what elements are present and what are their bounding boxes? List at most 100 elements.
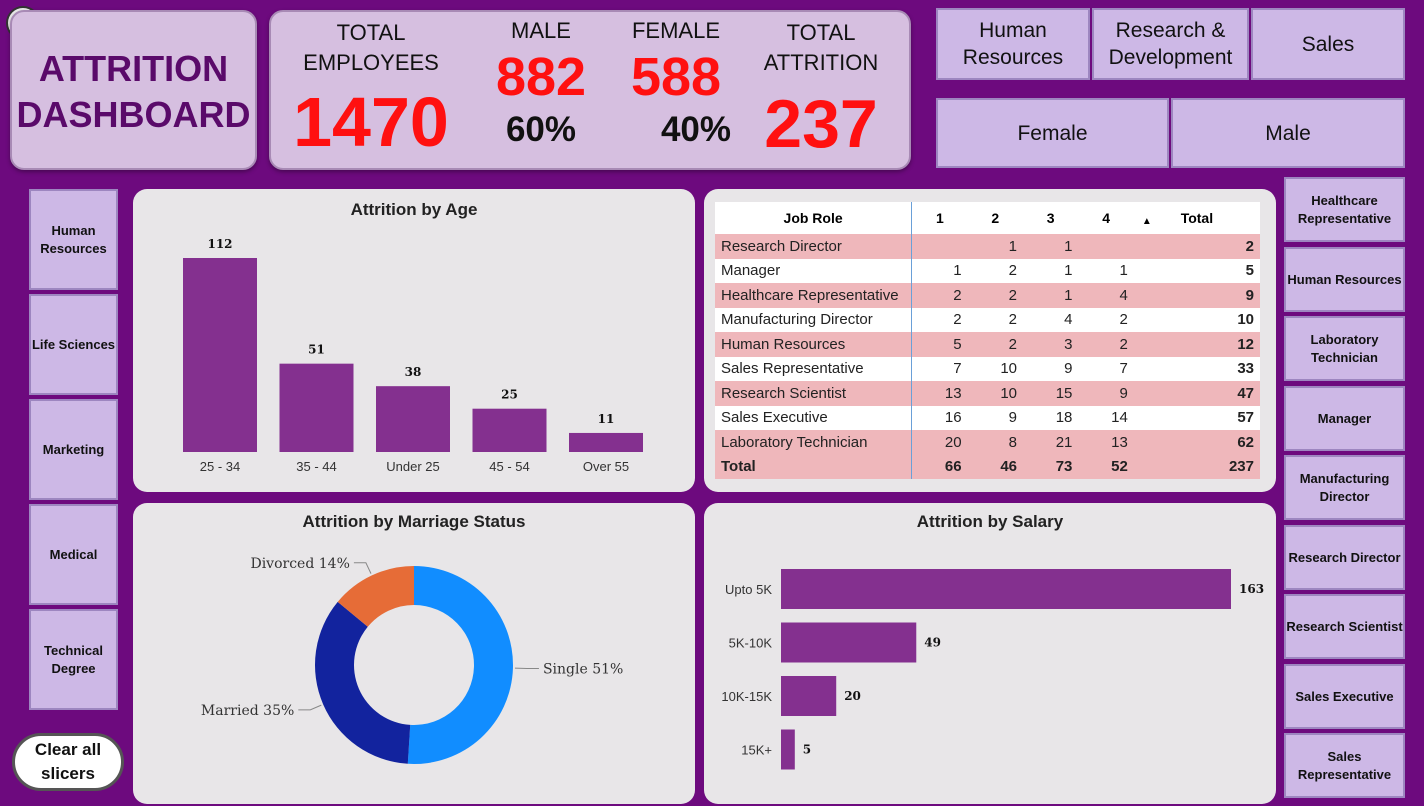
slicer-education-human-resources[interactable]: Human Resources <box>29 189 118 290</box>
slicer-jobrole-research-scientist[interactable]: Research Scientist <box>1284 594 1405 659</box>
cell-level-2: 10 <box>967 381 1023 406</box>
header-total[interactable]: ▲ Total <box>1133 202 1260 234</box>
cell-total: 62 <box>1133 430 1260 455</box>
salary-bar-value-label: 49 <box>924 636 941 650</box>
table-row[interactable]: Research Scientist 13 10 15 9 47 <box>715 381 1260 406</box>
slicer-jobrole-healthcare-representative[interactable]: Healthcare Representative <box>1284 177 1405 242</box>
total-attrition-label-line2: ATTRITION <box>763 50 879 75</box>
slicer-jobrole-human-resources[interactable]: Human Resources <box>1284 247 1405 312</box>
slicer-label: Male <box>1265 121 1311 145</box>
sort-ascending-icon: ▲ <box>1141 216 1152 227</box>
female-count: 588 <box>630 47 722 107</box>
cell-level-1: 16 <box>911 405 968 430</box>
age-bar[interactable] <box>376 386 450 452</box>
cell-total: 10 <box>1133 307 1260 332</box>
donut-slice-single[interactable] <box>407 566 514 764</box>
kpi-card: TOTAL EMPLOYEES 1470 MALE 882 60% FEMALE… <box>269 10 911 170</box>
table-row[interactable]: Laboratory Technician 20 8 21 13 62 <box>715 430 1260 455</box>
table-row[interactable]: Human Resources 5 2 3 2 12 <box>715 332 1260 357</box>
cell-level-3: 15 <box>1023 381 1079 406</box>
age-bar[interactable] <box>472 408 547 452</box>
donut-slice-label: Divorced 14% <box>250 556 349 572</box>
slicer-gender-female[interactable]: Female <box>936 98 1169 168</box>
cell-level-1: 2 <box>911 307 968 332</box>
marriage-donut-chart: Single 51% Married 35% Divorced 14% <box>201 556 623 764</box>
cell-total: 33 <box>1133 356 1260 381</box>
slicer-department-research-development[interactable]: Research & Development <box>1092 8 1249 80</box>
cell-level-3: 1 <box>1023 283 1079 308</box>
slicer-label: Human Resources <box>962 19 1064 69</box>
age-bar[interactable] <box>279 363 354 452</box>
header-2[interactable]: 2 <box>967 202 1023 234</box>
slicer-department-sales[interactable]: Sales <box>1251 8 1405 80</box>
slicer-gender-male[interactable]: Male <box>1171 98 1405 168</box>
slicer-jobrole-manufacturing-director[interactable]: Manufacturing Director <box>1284 455 1405 520</box>
table-row[interactable]: Healthcare Representative 2 2 1 4 9 <box>715 283 1260 308</box>
slicer-jobrole-laboratory-technician[interactable]: Laboratory Technician <box>1284 316 1405 381</box>
age-bar[interactable] <box>183 258 257 452</box>
job-role-table-panel: Job Role 1 2 3 4 ▲ Total Research Direct… <box>704 189 1276 492</box>
donut-slice-label: Single 51% <box>543 662 623 678</box>
header-3[interactable]: 3 <box>1023 202 1079 234</box>
table-row[interactable]: Manager 1 2 1 1 5 <box>715 258 1260 283</box>
table-row[interactable]: Sales Executive 16 9 18 14 57 <box>715 405 1260 430</box>
donut-leader-line <box>353 562 372 574</box>
slicer-jobrole-manager[interactable]: Manager <box>1284 386 1405 451</box>
header-1[interactable]: 1 <box>911 202 968 234</box>
table-total-row[interactable]: Total 66 46 73 52 237 <box>715 454 1260 479</box>
job-role-table: Job Role 1 2 3 4 ▲ Total Research Direct… <box>715 202 1260 479</box>
salary-bar[interactable] <box>781 569 1231 609</box>
slicer-label: Female <box>1017 121 1088 145</box>
salary-bar[interactable] <box>781 729 795 770</box>
slicer-education-life-sciences[interactable]: Life Sciences <box>29 294 118 395</box>
age-bar-value-label: 51 <box>308 343 325 357</box>
table-row[interactable]: Research Director 1 1 2 <box>715 234 1260 259</box>
cell-job-role: Laboratory Technician <box>715 430 913 455</box>
slicer-jobrole-sales-representative[interactable]: Sales Representative <box>1284 733 1405 798</box>
slicer-education-medical[interactable]: Medical <box>29 504 118 605</box>
header-4[interactable]: 4 <box>1078 202 1134 234</box>
slicer-label: Human Resources <box>40 222 107 256</box>
cell-total: 57 <box>1133 405 1260 430</box>
cell-level-4: 2 <box>1078 307 1134 332</box>
salary-bar-value-label: 163 <box>1239 582 1264 596</box>
female-label: FEMALE <box>631 18 721 43</box>
salary-bar-value-label: 20 <box>844 689 861 703</box>
slicer-label: Medical <box>49 546 98 562</box>
cell-level-1 <box>911 234 968 259</box>
male-label: MALE <box>511 18 571 43</box>
cell-total: 237 <box>1133 454 1260 479</box>
slicer-label: Research & Development <box>1108 19 1233 69</box>
slicer-label: Life Sciences <box>31 336 116 352</box>
slicer-education-technical-degree[interactable]: Technical Degree <box>29 609 118 710</box>
salary-chart-panel: Attrition by Salary Upto 5K 163 5K-10K 49 10… <box>704 503 1276 804</box>
total-employees-label-line2: EMPLOYEES <box>303 50 439 75</box>
slicer-label: Sales Representative <box>1297 748 1392 782</box>
slicer-label: Sales Executive <box>1295 688 1394 704</box>
donut-slice-married[interactable] <box>315 601 411 764</box>
slicer-department-human-resources[interactable]: Human Resources <box>936 8 1090 80</box>
age-bar-chart: 112 25 - 34 51 35 - 44 38 Under 25 25 45 - 54 11… <box>183 237 643 474</box>
cell-level-3: 1 <box>1023 258 1079 283</box>
age-category-label: 25 - 34 <box>200 459 240 474</box>
slicer-jobrole-research-director[interactable]: Research Director <box>1284 525 1405 590</box>
age-bar[interactable] <box>569 432 643 452</box>
salary-bar[interactable] <box>781 622 917 663</box>
slicer-label: Laboratory Technician <box>1310 331 1379 365</box>
clear-all-slicers-button[interactable]: Clear all slicers <box>12 733 124 791</box>
marriage-chart-panel: Attrition by Marriage Status Single 51% M… <box>133 503 695 804</box>
slicer-jobrole-sales-executive[interactable]: Sales Executive <box>1284 664 1405 729</box>
slicer-label: Research Scientist <box>1286 618 1403 634</box>
cell-level-1: 2 <box>911 283 968 308</box>
cell-level-2: 8 <box>967 430 1023 455</box>
slicer-label: Sales <box>1301 32 1355 56</box>
salary-bar[interactable] <box>781 676 837 716</box>
total-attrition-label-line1: TOTAL <box>786 20 856 45</box>
table-row[interactable]: Sales Representative 7 10 9 7 33 <box>715 356 1260 381</box>
salary-category-label: 10K-15K <box>721 689 772 704</box>
cell-job-role: Healthcare Representative <box>715 283 913 308</box>
slicer-education-marketing[interactable]: Marketing <box>29 399 118 500</box>
table-row[interactable]: Manufacturing Director 2 2 4 2 10 <box>715 307 1260 332</box>
header-job-role[interactable]: Job Role <box>715 202 913 234</box>
cell-level-4: 4 <box>1078 283 1134 308</box>
